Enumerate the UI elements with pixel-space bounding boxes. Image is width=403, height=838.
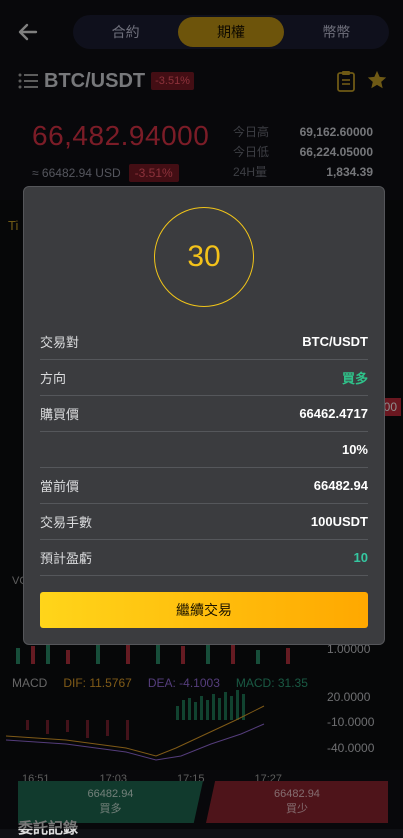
detail-value: BTC/USDT	[302, 334, 368, 349]
detail-label: 方向	[40, 371, 67, 386]
order-details: 交易對 BTC/USDT 方向 買多 購買價 66462.4717 10% 當前…	[40, 324, 368, 576]
detail-row-direction: 方向 買多	[40, 360, 368, 396]
order-confirm-modal: 30 交易對 BTC/USDT 方向 買多 購買價 66462.4717 10%…	[23, 186, 385, 645]
detail-value: 10	[353, 550, 368, 565]
detail-row-current-price: 當前價 66482.94	[40, 468, 368, 504]
detail-label: 交易對	[40, 335, 80, 350]
detail-label: 交易手數	[40, 515, 93, 530]
continue-trading-button[interactable]: 繼續交易	[40, 592, 368, 628]
detail-row-rate: 10%	[40, 432, 368, 468]
detail-value: 66482.94	[313, 478, 368, 493]
detail-value: 100USDT	[310, 514, 368, 529]
detail-label: 購買價	[40, 407, 80, 422]
detail-value: 買多	[341, 371, 368, 386]
detail-value: 66462.4717	[299, 406, 368, 421]
detail-value: 10%	[341, 442, 368, 457]
detail-row-pair: 交易對 BTC/USDT	[40, 324, 368, 360]
detail-row-expected-pnl: 預計盈虧 10	[40, 540, 368, 576]
countdown-value: 30	[187, 240, 221, 273]
detail-row-quantity: 交易手數 100USDT	[40, 504, 368, 540]
detail-label: 當前價	[40, 479, 80, 494]
countdown-ring: 30	[154, 207, 254, 307]
detail-row-buy-price: 購買價 66462.4717	[40, 396, 368, 432]
detail-label: 預計盈虧	[40, 551, 93, 566]
